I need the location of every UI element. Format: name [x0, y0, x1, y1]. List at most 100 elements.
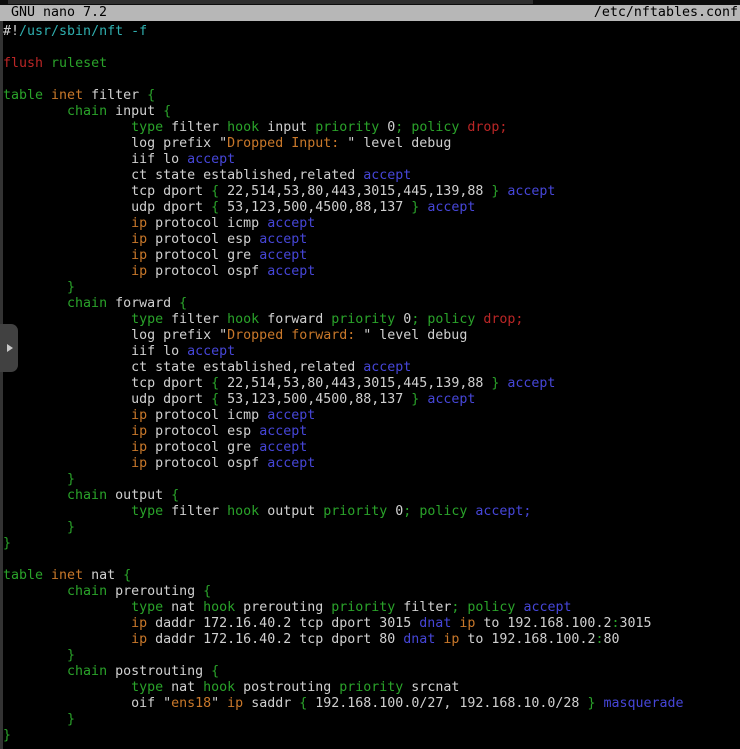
code-token: {	[211, 392, 219, 407]
code-token: priority	[331, 600, 395, 615]
code-token: accept	[267, 456, 315, 471]
code-token: ip	[3, 232, 147, 247]
code-line: type filter hook input priority 0; polic…	[3, 120, 740, 136]
code-token: ip	[3, 264, 147, 279]
code-token: output	[259, 504, 323, 519]
code-token: ip	[3, 440, 147, 455]
code-line: ip protocol ospf accept	[3, 264, 740, 280]
code-line: tcp dport { 22,514,53,80,443,3015,445,13…	[3, 184, 740, 200]
code-line: oif "ens18" ip saddr { 192.168.100.0/27,…	[3, 696, 740, 712]
code-line: }	[3, 520, 740, 536]
code-line: type filter hook output priority 0; poli…	[3, 504, 740, 520]
code-line: type filter hook forward priority 0; pol…	[3, 312, 740, 328]
code-token: inet	[51, 88, 83, 103]
code-token: iif lo	[3, 344, 187, 359]
code-token: tcp dport	[3, 376, 211, 391]
code-token: accept	[523, 600, 571, 615]
code-line: }	[3, 280, 740, 296]
code-token: accept	[363, 360, 411, 375]
code-token: type	[3, 312, 163, 327]
code-token: accept	[427, 392, 475, 407]
code-token: type	[3, 504, 163, 519]
code-token: 0	[387, 504, 403, 519]
code-token: postrouting	[235, 680, 339, 695]
code-line: tcp dport { 22,514,53,80,443,3015,445,13…	[3, 376, 740, 392]
code-token: priority	[339, 680, 403, 695]
code-token: output	[107, 488, 171, 503]
code-token: postrouting	[107, 664, 211, 679]
code-token: inet	[51, 568, 83, 583]
code-token: accept	[259, 424, 307, 439]
code-line: ct state established,related accept	[3, 360, 740, 376]
code-token: udp dport	[3, 392, 211, 407]
code-token	[43, 568, 51, 583]
code-token: prerouting	[235, 600, 331, 615]
code-token: ct state established,related	[3, 360, 363, 375]
code-token: to 192.168.100.2	[459, 632, 595, 647]
code-token: 53,123,500,4500,88,137	[219, 200, 411, 215]
code-token: policy	[467, 600, 515, 615]
code-token: protocol esp	[147, 424, 259, 439]
code-line: #!/usr/sbin/nft -f	[3, 24, 740, 40]
code-token: iif lo	[3, 152, 187, 167]
code-token: daddr 172.16.40.2 tcp dport 3015	[147, 616, 419, 631]
editor-content[interactable]: #!/usr/sbin/nft -f flush ruleset table ine…	[0, 21, 740, 749]
code-token: chain	[3, 584, 107, 599]
code-token: accept	[259, 248, 307, 263]
code-token: ip	[3, 616, 147, 631]
code-line: ip daddr 172.16.40.2 tcp dport 3015 dnat…	[3, 616, 740, 632]
code-token: " level debug	[347, 136, 451, 151]
code-line: chain prerouting {	[3, 584, 740, 600]
code-token: 53,123,500,4500,88,137	[219, 392, 411, 407]
code-line: ip protocol gre accept	[3, 248, 740, 264]
code-token: drop;	[467, 120, 507, 135]
code-token: policy	[427, 312, 475, 327]
code-token: filter	[163, 312, 227, 327]
code-line: ct state established,related accept	[3, 168, 740, 184]
code-token: hook	[227, 504, 259, 519]
code-token: udp dport	[3, 200, 211, 215]
code-token: to 192.168.100.2	[475, 616, 611, 631]
code-token: dnat	[419, 616, 451, 631]
code-token: {	[211, 664, 219, 679]
code-line	[3, 552, 740, 568]
code-token: forward	[107, 296, 179, 311]
code-token: table	[3, 568, 43, 583]
code-token: saddr	[243, 696, 299, 711]
code-token: table	[3, 88, 43, 103]
code-token: hook	[227, 120, 259, 135]
code-token: type	[3, 120, 163, 135]
code-token: input	[107, 104, 163, 119]
code-line: log prefix "Dropped forward: " level deb…	[3, 328, 740, 344]
code-token: hook	[203, 680, 235, 695]
code-token: filter	[163, 120, 227, 135]
code-token: accept	[363, 168, 411, 183]
code-token: protocol esp	[147, 232, 259, 247]
code-line	[3, 40, 740, 56]
code-line: type nat hook postrouting priority srcna…	[3, 680, 740, 696]
file-path-label: /etc/nftables.conf	[594, 5, 738, 21]
code-token	[43, 88, 51, 103]
code-token: log prefix "	[3, 136, 227, 151]
code-token: /usr/sbin/nft -f	[19, 24, 147, 39]
code-token: accept	[507, 184, 555, 199]
code-token: protocol icmp	[147, 216, 267, 231]
terminal-window: GNU nano 7.2 /etc/nftables.conf #!/usr/s…	[0, 0, 740, 749]
code-line: type nat hook prerouting priority filter…	[3, 600, 740, 616]
code-line: }	[3, 728, 740, 744]
code-token: accept	[259, 440, 307, 455]
code-token: accept	[267, 216, 315, 231]
code-line	[3, 72, 740, 88]
code-token: ip	[459, 616, 475, 631]
code-line: flush ruleset	[3, 56, 740, 72]
code-token: 3015	[619, 616, 651, 631]
code-token: hook	[203, 600, 235, 615]
code-token: "	[211, 696, 227, 711]
code-line: log prefix "Dropped Input: " level debug	[3, 136, 740, 152]
side-panel-toggle[interactable]	[0, 324, 18, 372]
code-token: protocol ospf	[147, 264, 267, 279]
code-line: }	[3, 648, 740, 664]
code-token: ip	[227, 696, 243, 711]
code-token: filter	[163, 504, 227, 519]
code-token: accept	[187, 344, 235, 359]
